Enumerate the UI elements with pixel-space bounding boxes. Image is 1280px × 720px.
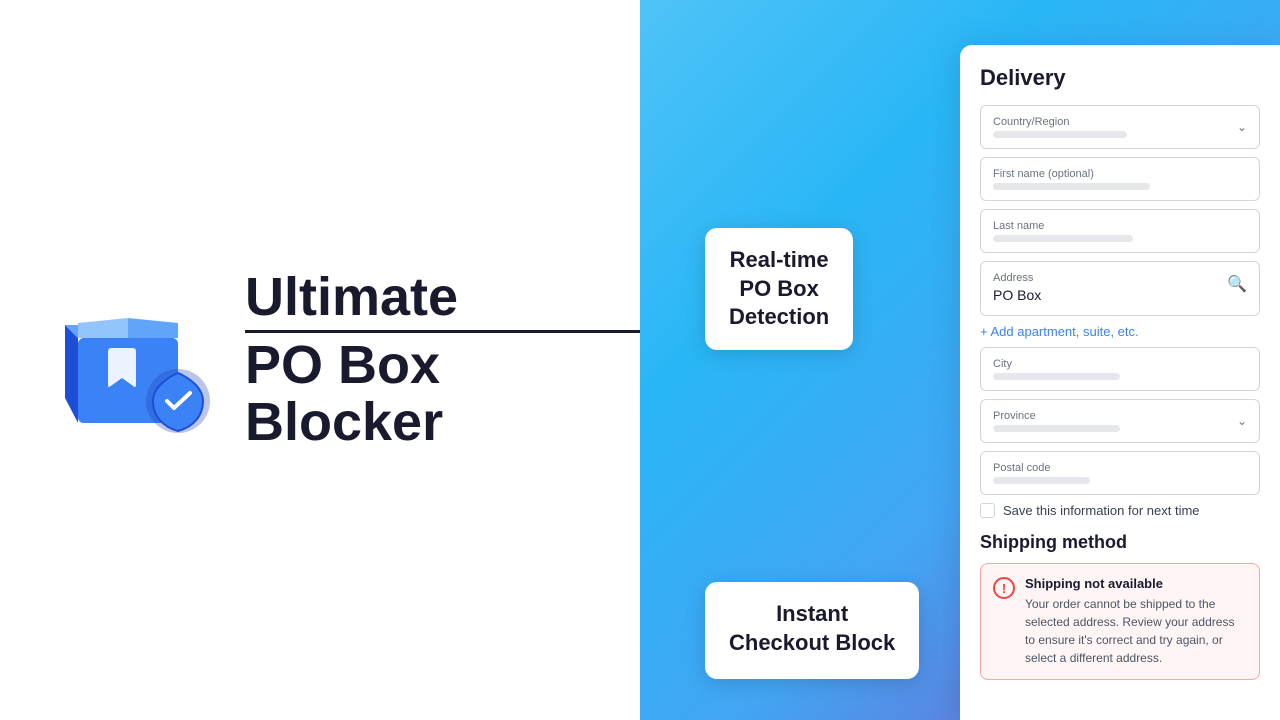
right-panel: Real-time PO Box Detection Instant Check…: [640, 0, 1280, 720]
logo-area: Ultimate PO Box Blocker: [60, 269, 640, 450]
lastname-bar: [993, 235, 1133, 242]
instant-title: Instant Checkout Block: [729, 600, 895, 657]
logo-subtitle: PO Box Blocker: [245, 330, 640, 450]
save-info-row[interactable]: Save this information for next time: [980, 503, 1260, 518]
firstname-label: First name (optional): [993, 168, 1247, 180]
city-label: City: [993, 358, 1247, 370]
logo-title: Ultimate: [245, 269, 640, 326]
firstname-field[interactable]: First name (optional): [980, 157, 1260, 201]
address-field[interactable]: Address PO Box 🔍: [980, 261, 1260, 316]
country-bar: [993, 131, 1127, 138]
logo-icon: [60, 283, 215, 438]
realtime-label: Real-time PO Box Detection: [705, 228, 853, 350]
province-field[interactable]: Province ⌄: [980, 399, 1260, 443]
country-field[interactable]: Country/Region ⌄: [980, 105, 1260, 149]
address-value: PO Box: [993, 287, 1041, 303]
shipping-error-box: ! Shipping not available Your order cann…: [980, 563, 1260, 680]
checkout-title: Delivery: [980, 65, 1260, 91]
lastname-label: Last name: [993, 220, 1247, 232]
error-icon: !: [993, 577, 1015, 599]
shipping-method-title: Shipping method: [980, 532, 1260, 553]
province-label: Province: [993, 410, 1237, 422]
city-bar: [993, 373, 1120, 380]
search-icon: 🔍: [1227, 274, 1247, 294]
postal-label: Postal code: [993, 462, 1247, 474]
checkout-panel: Delivery Country/Region ⌄ First name (op…: [960, 45, 1280, 720]
instant-label: Instant Checkout Block: [705, 582, 919, 679]
province-chevron-icon: ⌄: [1237, 414, 1247, 428]
realtime-title: Real-time PO Box Detection: [729, 246, 829, 332]
left-panel: Ultimate PO Box Blocker: [0, 0, 640, 720]
logo-text: Ultimate PO Box Blocker: [245, 269, 640, 450]
error-title: Shipping not available: [1025, 576, 1247, 591]
country-chevron-icon: ⌄: [1237, 120, 1247, 134]
province-bar: [993, 425, 1120, 432]
save-checkbox[interactable]: [980, 503, 995, 518]
firstname-bar: [993, 183, 1150, 190]
error-text-block: Shipping not available Your order cannot…: [1025, 576, 1247, 667]
address-label: Address: [993, 272, 1227, 284]
add-apartment-link[interactable]: + Add apartment, suite, etc.: [980, 324, 1260, 339]
lastname-field[interactable]: Last name: [980, 209, 1260, 253]
postal-bar: [993, 477, 1090, 484]
address-content: Address PO Box: [993, 272, 1227, 305]
country-label: Country/Region: [993, 116, 1237, 128]
postal-field[interactable]: Postal code: [980, 451, 1260, 495]
city-field[interactable]: City: [980, 347, 1260, 391]
save-label: Save this information for next time: [1003, 503, 1200, 518]
error-description: Your order cannot be shipped to the sele…: [1025, 595, 1247, 667]
